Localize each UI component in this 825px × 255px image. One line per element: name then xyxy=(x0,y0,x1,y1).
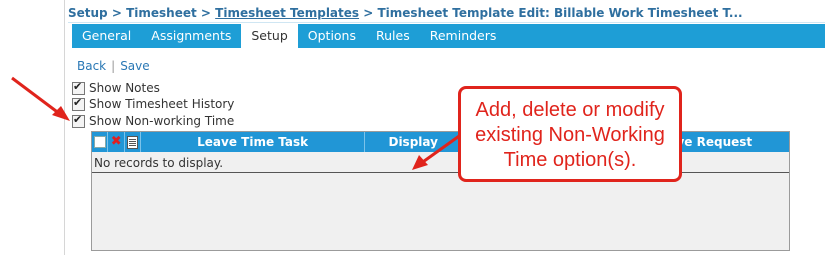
tab-rules[interactable]: Rules xyxy=(366,24,420,48)
action-separator: | xyxy=(111,59,116,73)
checkbox-show-non-working-time[interactable] xyxy=(72,113,85,128)
pointer-arrow-icon xyxy=(11,76,70,121)
save-link[interactable]: Save xyxy=(120,59,149,73)
option-label: Show Notes xyxy=(89,81,160,95)
tab-assignments[interactable]: Assignments xyxy=(141,24,241,48)
tab-bar: General Assignments Setup Options Rules … xyxy=(72,24,825,48)
select-all-checkbox[interactable] xyxy=(93,136,106,148)
document-icon[interactable] xyxy=(127,135,139,149)
callout-line: Time option(s). xyxy=(503,149,637,171)
tab-general[interactable]: General xyxy=(72,24,141,48)
option-label: Show Timesheet History xyxy=(89,97,235,111)
edit-control[interactable] xyxy=(125,132,142,152)
delete-x-icon[interactable]: ✖ xyxy=(111,132,122,152)
back-link[interactable]: Back xyxy=(77,59,106,73)
callout-line: existing Non-Working xyxy=(475,124,665,146)
breadcrumb-separator: > xyxy=(200,6,211,20)
breadcrumb-underline xyxy=(68,22,825,23)
breadcrumb: Setup > Timesheet > Timesheet Templates … xyxy=(68,6,743,22)
tab-reminders[interactable]: Reminders xyxy=(420,24,507,48)
option-show-non-working-time[interactable]: Show Non-working Time xyxy=(72,113,235,128)
column-header-leave-time-task[interactable]: Leave Time Task xyxy=(141,132,365,152)
left-divider xyxy=(64,0,65,255)
breadcrumb-separator: > xyxy=(111,6,122,20)
callout-line: Add, delete or modify xyxy=(475,99,665,121)
annotation-callout: Add, delete or modify existing Non-Worki… xyxy=(458,86,682,182)
tab-setup[interactable]: Setup xyxy=(241,24,298,48)
option-show-timesheet-history[interactable]: Show Timesheet History xyxy=(72,96,235,111)
left-gutter xyxy=(0,0,64,255)
checkbox-show-timesheet-history[interactable] xyxy=(72,96,85,111)
breadcrumb-setup[interactable]: Setup xyxy=(68,6,108,20)
breadcrumb-timesheet[interactable]: Timesheet xyxy=(126,6,197,20)
tab-options[interactable]: Options xyxy=(298,24,366,48)
option-label: Show Non-working Time xyxy=(89,114,235,128)
checkbox-show-notes[interactable] xyxy=(72,80,85,95)
grid-row-divider xyxy=(92,172,789,173)
breadcrumb-current: Timesheet Template Edit: Billable Work T… xyxy=(377,6,743,20)
select-all-control[interactable] xyxy=(92,132,109,152)
breadcrumb-timesheet-templates[interactable]: Timesheet Templates xyxy=(215,6,359,20)
option-show-notes[interactable]: Show Notes xyxy=(72,80,160,95)
breadcrumb-separator: > xyxy=(363,6,374,20)
empty-message: No records to display. xyxy=(94,156,224,170)
action-links: Back | Save xyxy=(77,59,150,73)
delete-control[interactable]: ✖ xyxy=(108,132,125,152)
